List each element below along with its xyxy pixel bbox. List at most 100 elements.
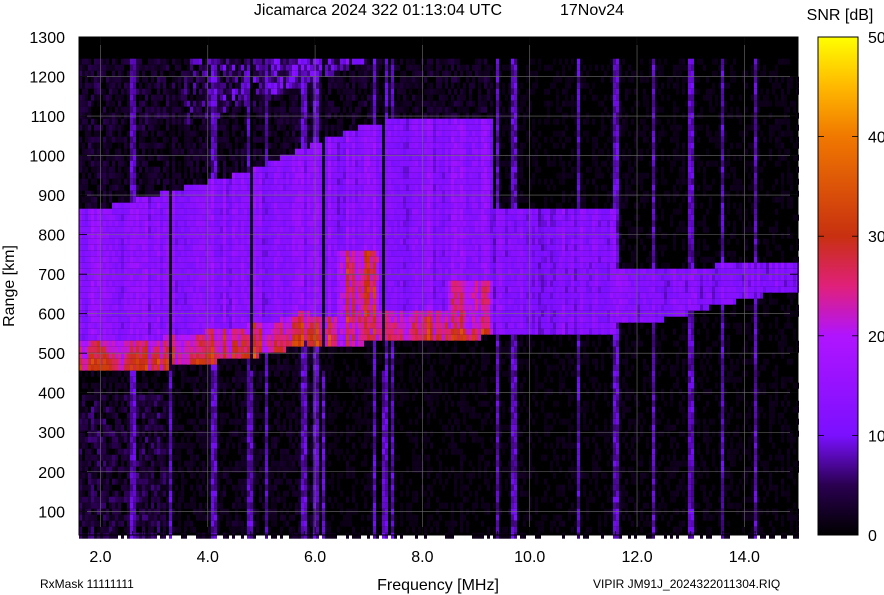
heat-cell [115,460,118,467]
heat-cell [112,226,115,233]
heat-cell [274,514,277,521]
heat-cell [151,358,154,365]
heat-cell [178,508,181,515]
heat-cell [265,436,268,443]
heat-cell [277,328,280,335]
heat-cell [295,112,298,119]
heat-cell [184,226,187,233]
heat-cell [238,70,241,77]
heat-cell [208,64,211,71]
heat-cell [127,262,130,269]
heat-cell [280,160,283,167]
heat-cell [133,478,136,485]
heat-cell [127,508,130,515]
heat-cell [292,322,295,329]
heat-cell [85,532,88,539]
heat-cell [235,382,238,389]
heat-cell [268,526,271,533]
heat-cell [112,70,115,77]
heat-cell [160,238,163,245]
heat-cell [142,208,145,215]
heat-cell [277,118,280,125]
heat-cell [157,502,160,509]
heat-cell [148,430,151,437]
heat-cell [268,214,271,221]
heat-cell [217,502,220,509]
heat-cell [118,352,121,359]
heat-cell [265,148,268,155]
heat-cell [82,208,85,215]
heat-cell [247,460,250,467]
heat-cell [91,100,94,107]
heat-cell [166,316,169,323]
heat-cell [199,304,202,311]
heat-cell [130,202,133,209]
heat-cell [271,268,274,275]
heat-cell [121,520,124,527]
heat-cell [115,178,118,185]
heat-cell [148,406,151,413]
heat-cell [262,460,265,467]
heat-cell [154,220,157,227]
heat-cell [172,514,175,521]
heat-cell [127,214,130,221]
heat-cell [211,76,214,83]
heat-cell [187,256,190,263]
heat-cell [187,100,190,107]
heat-cell [124,202,127,209]
heat-cell [256,148,259,155]
heat-cell [208,514,211,521]
heat-cell [136,484,139,491]
heat-cell [106,496,109,503]
heat-cell [193,352,196,359]
heat-cell [85,238,88,245]
heat-cell [298,304,301,311]
heat-cell [283,520,286,527]
heat-cell [256,334,259,341]
heat-cell [271,346,274,353]
heat-cell [154,430,157,437]
heat-cell [253,208,256,215]
heat-cell [139,388,142,395]
heat-cell [112,178,115,185]
heat-cell [244,112,247,119]
heat-cell [136,64,139,71]
heat-cell [250,274,253,281]
heat-cell [151,106,154,113]
heat-cell [136,412,139,419]
heat-cell [148,526,151,533]
heat-cell [130,136,133,143]
heat-cell [253,136,256,143]
heat-cell [220,196,223,203]
heat-cell [112,364,115,371]
heat-cell [289,478,292,485]
heat-cell [223,358,226,365]
heat-cell [169,202,172,209]
heat-cell [157,526,160,533]
heat-cell [181,112,184,119]
heat-cell [238,190,241,197]
heat-cell [112,436,115,443]
heat-cell [190,64,193,71]
heat-cell [247,172,250,179]
heat-cell [181,334,184,341]
heat-cell [154,136,157,143]
heat-cell [175,298,178,305]
heat-cell [199,244,202,251]
heat-cell [169,238,172,245]
heat-cell [136,286,139,293]
heat-cell [292,394,295,401]
heat-cell [85,136,88,143]
heat-cell [214,244,217,251]
heat-cell [85,508,88,515]
heat-cell [124,280,127,287]
heat-cell [127,490,130,497]
heat-cell [247,286,250,293]
heat-cell [301,70,304,77]
heat-cell [118,478,121,485]
heat-cell [253,166,256,173]
heat-cell [97,166,100,173]
heat-cell [289,274,292,281]
heat-cell [265,502,268,509]
heat-cell [220,424,223,431]
